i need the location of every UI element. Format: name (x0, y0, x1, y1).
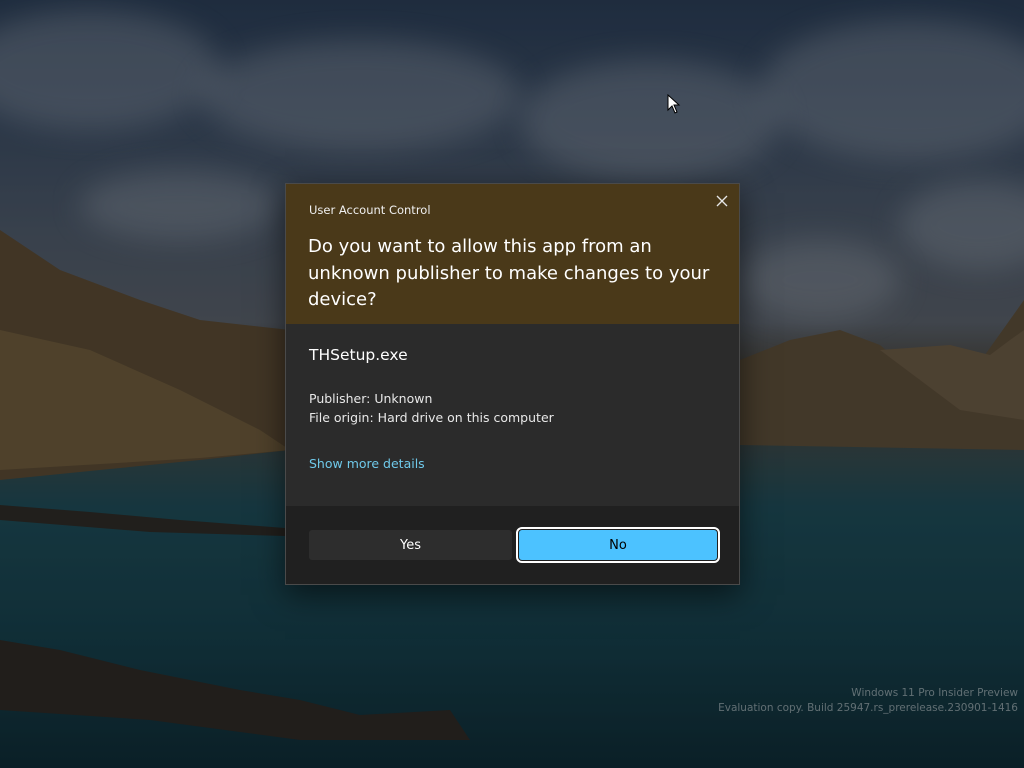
watermark-line-2: Evaluation copy. Build 25947.rs_prerelea… (718, 702, 1018, 714)
no-button[interactable]: No (516, 527, 720, 563)
yes-button[interactable]: Yes (309, 530, 512, 560)
close-button[interactable] (711, 190, 733, 212)
dialog-title: User Account Control (309, 203, 431, 217)
publisher-text: Publisher: Unknown (309, 391, 433, 406)
dialog-footer: Yes No (286, 506, 739, 584)
show-more-details-link[interactable]: Show more details (309, 456, 425, 471)
watermark-line-1: Windows 11 Pro Insider Preview (851, 687, 1018, 699)
desktop-background: User Account Control Do you want to allo… (0, 0, 1024, 768)
uac-dialog: User Account Control Do you want to allo… (285, 183, 740, 585)
close-icon (716, 195, 728, 207)
file-origin-text: File origin: Hard drive on this computer (309, 410, 554, 425)
mouse-pointer-icon (667, 94, 681, 114)
dialog-header: User Account Control Do you want to allo… (286, 184, 739, 324)
dialog-body: THSetup.exe Publisher: Unknown File orig… (286, 324, 739, 506)
windows-watermark: Windows 11 Pro Insider Preview Evaluatio… (718, 686, 1018, 716)
app-name: THSetup.exe (309, 346, 408, 364)
dialog-question: Do you want to allow this app from an un… (308, 236, 710, 310)
